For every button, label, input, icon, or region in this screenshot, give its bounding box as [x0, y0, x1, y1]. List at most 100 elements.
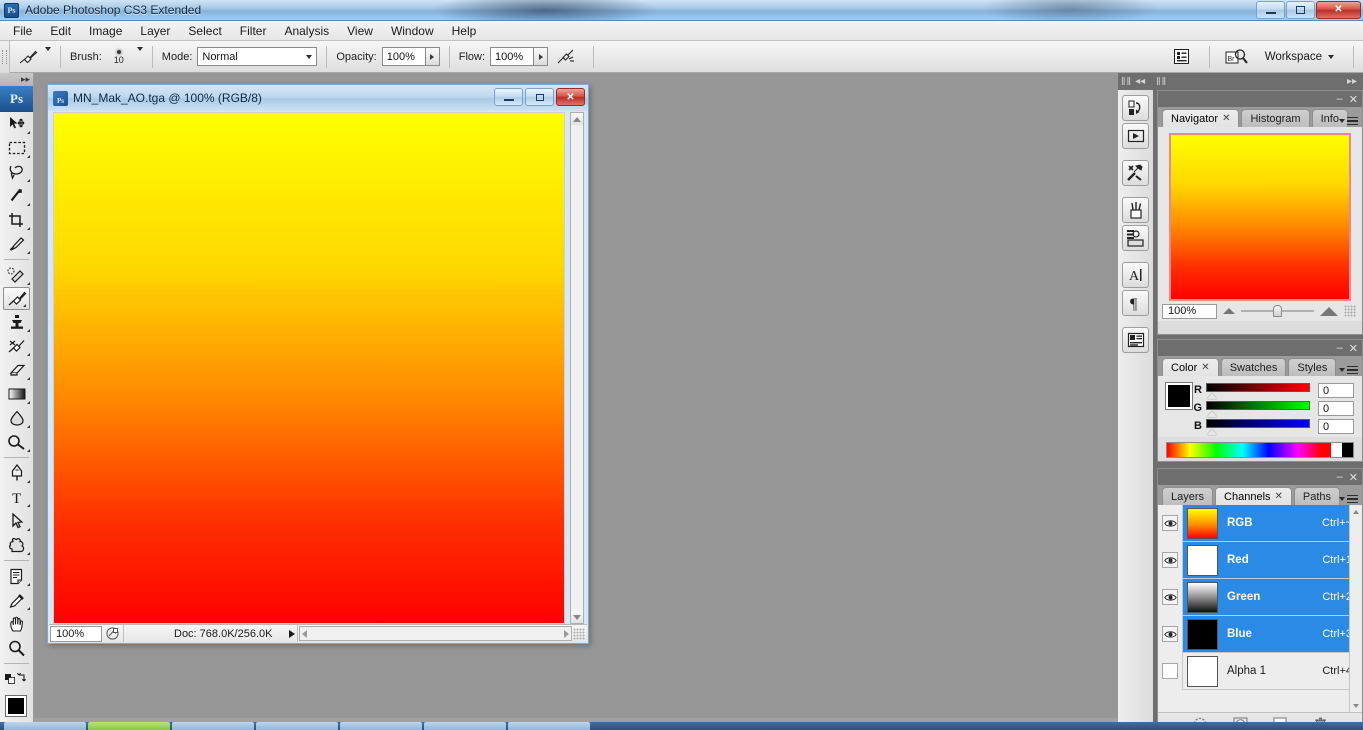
- zoom-in-icon[interactable]: [1320, 306, 1338, 316]
- restore-button[interactable]: [1286, 1, 1315, 19]
- crop-tool[interactable]: [0, 208, 33, 232]
- green-value-input[interactable]: 0: [1318, 401, 1354, 416]
- tab-navigator-close-icon[interactable]: ✕: [1222, 113, 1230, 124]
- document-minimize-button[interactable]: [494, 88, 523, 106]
- tool-presets-icon[interactable]: [1122, 160, 1149, 186]
- document-close-button[interactable]: ✕: [556, 88, 585, 106]
- default-colors-and-swap[interactable]: [0, 667, 33, 691]
- tab-channels[interactable]: Channels ✕: [1215, 487, 1292, 505]
- blend-mode-select[interactable]: Normal: [197, 47, 318, 66]
- channels-scrollbar[interactable]: [1349, 505, 1362, 712]
- channel-visibility-cell[interactable]: [1158, 505, 1183, 542]
- dodge-tool[interactable]: [0, 430, 33, 454]
- clone-source-icon[interactable]: [1122, 123, 1149, 149]
- eye-icon[interactable]: [1162, 589, 1178, 605]
- brushes-icon[interactable]: [1122, 197, 1149, 223]
- channels-panel-menu-icon[interactable]: [1339, 494, 1358, 503]
- tab-color[interactable]: Color ✕: [1162, 358, 1219, 376]
- taskbar-item[interactable]: [4, 722, 86, 730]
- color-spectrum-ramp[interactable]: [1166, 442, 1354, 458]
- animation-icon[interactable]: [1122, 95, 1149, 121]
- resize-grip[interactable]: [573, 627, 585, 640]
- airbrush-icon[interactable]: [554, 45, 578, 69]
- brush-preset-preview[interactable]: 10: [107, 49, 131, 65]
- tab-color-close-icon[interactable]: ✕: [1201, 362, 1209, 373]
- brush-preset-dropdown[interactable]: [136, 46, 143, 63]
- scroll-left-arrow-icon[interactable]: [302, 629, 308, 638]
- image-canvas[interactable]: [53, 112, 565, 624]
- move-tool[interactable]: [0, 112, 33, 136]
- navigator-panel-menu-icon[interactable]: [1339, 116, 1358, 125]
- navigator-resize-grip[interactable]: [1344, 305, 1356, 317]
- navigator-zoom-slider[interactable]: [1241, 305, 1314, 317]
- brush-tool[interactable]: [3, 287, 30, 310]
- scroll-down-arrow-icon[interactable]: [571, 611, 583, 623]
- menu-view[interactable]: View: [338, 22, 382, 40]
- options-bar-grip[interactable]: [0, 40, 10, 73]
- path-selection-tool[interactable]: [0, 509, 33, 533]
- navigator-zoom-input[interactable]: 100%: [1162, 303, 1217, 319]
- tab-paths[interactable]: Paths: [1293, 487, 1341, 505]
- eyedropper-tool[interactable]: [0, 588, 33, 612]
- navigator-collapse-icon[interactable]: –: [1337, 93, 1343, 105]
- layer-comps-icon[interactable]: [1122, 225, 1149, 251]
- eye-icon[interactable]: [1162, 626, 1178, 642]
- green-slider[interactable]: [1206, 401, 1310, 417]
- navigator-zoom-knob[interactable]: [1273, 305, 1283, 317]
- color-panel-menu-icon[interactable]: [1339, 365, 1358, 374]
- eraser-tool[interactable]: [0, 358, 33, 382]
- channels-collapse-icon[interactable]: –: [1337, 471, 1343, 483]
- menu-filter[interactable]: Filter: [231, 22, 276, 40]
- menu-edit[interactable]: Edit: [41, 22, 80, 40]
- channel-visibility-cell[interactable]: [1158, 541, 1183, 579]
- eye-icon[interactable]: [1162, 552, 1178, 568]
- taskbar-item[interactable]: [256, 722, 338, 730]
- menu-image[interactable]: Image: [80, 22, 131, 40]
- tab-styles[interactable]: Styles: [1288, 358, 1337, 376]
- channel-visibility-cell[interactable]: [1158, 615, 1183, 653]
- eye-icon-off[interactable]: [1162, 663, 1178, 679]
- zoom-tool[interactable]: [0, 636, 33, 660]
- menu-analysis[interactable]: Analysis: [275, 22, 338, 40]
- canvas-vertical-scrollbar[interactable]: [570, 112, 584, 624]
- opacity-input[interactable]: 100%: [381, 47, 426, 66]
- flow-input[interactable]: 100%: [490, 47, 535, 66]
- tab-channels-close-icon[interactable]: ✕: [1275, 491, 1283, 502]
- close-button[interactable]: ✕: [1316, 1, 1361, 19]
- zoom-out-icon[interactable]: [1223, 308, 1235, 314]
- menu-help[interactable]: Help: [443, 22, 486, 40]
- scroll-right-arrow-icon[interactable]: [564, 629, 569, 638]
- scroll-up-arrow-icon[interactable]: [571, 113, 583, 125]
- clone-stamp-tool[interactable]: [0, 310, 33, 334]
- custom-shape-tool[interactable]: [0, 533, 33, 557]
- table-row[interactable]: Alpha 1 Ctrl+4: [1158, 652, 1362, 690]
- brush-tool-icon[interactable]: [15, 45, 41, 69]
- channels-close-icon[interactable]: ✕: [1349, 471, 1358, 484]
- table-row[interactable]: Red Ctrl+1: [1158, 541, 1362, 579]
- blue-slider[interactable]: [1206, 419, 1310, 435]
- measurement-log-icon[interactable]: [1122, 327, 1149, 353]
- color-foreground-swatch[interactable]: [1166, 383, 1192, 409]
- brush-tool-dropdown[interactable]: [45, 46, 51, 63]
- navigator-close-icon[interactable]: ✕: [1349, 93, 1358, 106]
- pen-tool[interactable]: [0, 461, 33, 485]
- status-zoom-field[interactable]: 100%: [50, 625, 102, 642]
- character-icon[interactable]: A: [1122, 262, 1149, 288]
- table-row[interactable]: RGB Ctrl+~: [1158, 505, 1362, 542]
- opacity-slider-button[interactable]: [425, 47, 440, 66]
- hand-tool[interactable]: [0, 612, 33, 636]
- bridge-icon[interactable]: Br: [1225, 45, 1249, 69]
- preview-proxy-icon[interactable]: [102, 625, 124, 642]
- type-tool[interactable]: T: [0, 485, 33, 509]
- table-row[interactable]: Blue Ctrl+3: [1158, 615, 1362, 653]
- document-maximize-button[interactable]: [525, 88, 554, 106]
- eye-icon[interactable]: [1162, 515, 1178, 531]
- tab-navigator[interactable]: Navigator ✕: [1162, 109, 1240, 127]
- lasso-tool[interactable]: [0, 160, 33, 184]
- tab-layers[interactable]: Layers: [1162, 487, 1214, 505]
- menu-file[interactable]: File: [4, 22, 41, 40]
- channel-visibility-cell[interactable]: [1158, 578, 1183, 616]
- status-menu-arrow-icon[interactable]: [286, 625, 299, 642]
- blur-tool[interactable]: [0, 406, 33, 430]
- palettes-toggle-icon[interactable]: [1170, 45, 1194, 69]
